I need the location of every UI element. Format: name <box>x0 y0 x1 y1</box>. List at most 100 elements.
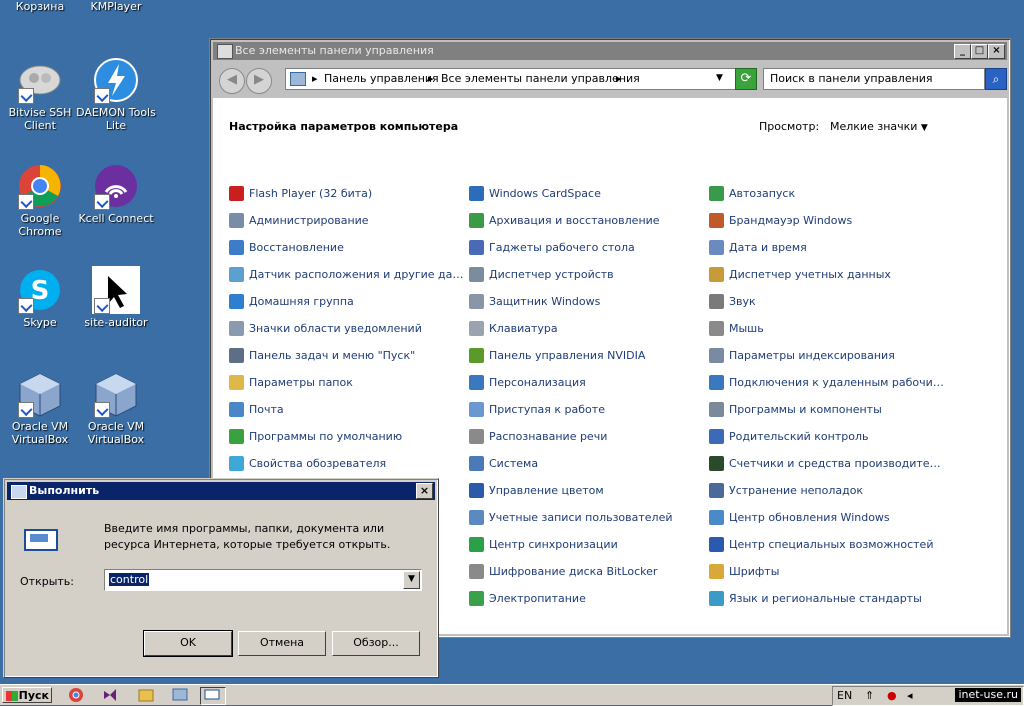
browse-button[interactable]: Обзор... <box>332 631 420 656</box>
refresh-button[interactable]: ⟳ <box>735 68 757 90</box>
control-panel-item-label: Защитник Windows <box>489 295 601 308</box>
explorer-icon[interactable] <box>134 687 158 703</box>
control-panel-item[interactable]: Значки области уведомлений <box>229 321 465 348</box>
control-panel-item[interactable]: Распознавание речи <box>469 429 705 456</box>
control-panel-item[interactable]: Администрирование <box>229 213 465 240</box>
forward-button[interactable]: ▶ <box>246 68 272 94</box>
control-panel-item[interactable]: Шрифты <box>709 564 945 591</box>
control-panel-item[interactable]: Система <box>469 456 705 483</box>
control-panel-item[interactable]: Приступая к работе <box>469 402 705 429</box>
desktop-icon-daemon-tools[interactable]: DAEMON Tools Lite <box>76 56 156 132</box>
control-panel-item[interactable]: Персонализация <box>469 375 705 402</box>
address-bar[interactable]: ▸ Панель управления ▸ Все элементы панел… <box>285 68 753 90</box>
network-icon[interactable]: ● <box>887 689 897 702</box>
cancel-button[interactable]: Отмена <box>238 631 326 656</box>
control-panel-item[interactable]: Клавиатура <box>469 321 705 348</box>
control-panel-item[interactable]: Восстановление <box>229 240 465 267</box>
start-button[interactable]: Пуск <box>2 687 52 703</box>
maximize-button[interactable]: □ <box>971 44 988 59</box>
desktop-icon-bitvise[interactable]: Bitvise SSH Client <box>0 56 80 132</box>
control-panel-item[interactable]: Брандмауэр Windows <box>709 213 945 240</box>
search-icon[interactable]: ⌕ <box>985 68 1007 90</box>
volume-icon[interactable]: ◂ <box>907 689 913 702</box>
control-panel-item[interactable]: Параметры индексирования <box>709 348 945 375</box>
search-input[interactable]: Поиск в панели управления <box>763 68 985 90</box>
address-dropdown-icon[interactable]: ▼ <box>716 73 723 83</box>
ok-button[interactable]: OK <box>143 630 233 657</box>
control-panel-item[interactable]: Панель управления NVIDIA <box>469 348 705 375</box>
control-panel-item-icon <box>469 240 484 255</box>
control-panel-item-icon <box>709 375 724 390</box>
control-panel-item-icon <box>709 186 724 201</box>
control-panel-item[interactable]: Учетные записи пользователей <box>469 510 705 537</box>
control-panel-item[interactable]: Мышь <box>709 321 945 348</box>
control-panel-item[interactable]: Центр синхронизации <box>469 537 705 564</box>
control-panel-item-icon <box>709 456 724 471</box>
control-panel-item-icon <box>469 375 484 390</box>
control-panel-item[interactable]: Почта <box>229 402 465 429</box>
view-mode-select[interactable]: Мелкие значки ▼ <box>830 120 928 133</box>
visual-studio-icon[interactable] <box>98 687 122 703</box>
chevron-down-icon[interactable]: ▼ <box>403 571 420 589</box>
desktop-icon-recycle-bin[interactable]: Корзина <box>0 0 80 13</box>
close-button[interactable]: × <box>416 483 433 499</box>
control-panel-item[interactable]: Защитник Windows <box>469 294 705 321</box>
run-taskbar-icon[interactable] <box>200 687 226 705</box>
run-title-bar[interactable]: Выполнить × <box>7 482 435 500</box>
control-panel-item[interactable]: Родительский контроль <box>709 429 945 456</box>
start-label: Пуск <box>18 689 49 702</box>
desktop-icon-chrome[interactable]: Google Chrome <box>0 162 80 238</box>
desktop-icon-kmplayer[interactable]: KMPlayer <box>76 0 156 13</box>
control-panel-item[interactable]: Подключения к удаленным рабочим с... <box>709 375 945 402</box>
desktop-icon-virtualbox-1[interactable]: Oracle VM VirtualBox <box>0 370 80 446</box>
control-panel-item-icon <box>469 564 484 579</box>
language-indicator[interactable]: EN <box>837 689 852 702</box>
control-panel-item[interactable]: Центр специальных возможностей <box>709 537 945 564</box>
control-panel-item[interactable]: Панель задач и меню "Пуск" <box>229 348 465 375</box>
control-panel-item[interactable]: Домашняя группа <box>229 294 465 321</box>
run-program-icon <box>24 529 58 551</box>
run-dialog: Выполнить × Введите имя программы, папки… <box>3 478 439 678</box>
open-input[interactable]: control ▼ <box>104 569 422 591</box>
control-panel-item[interactable]: Windows CardSpace <box>469 186 705 213</box>
show-hidden-icons-icon[interactable]: ⇑ <box>865 689 874 702</box>
daemon-tools-icon <box>92 56 140 104</box>
chrome-icon[interactable] <box>64 687 88 703</box>
control-panel-item-icon <box>229 240 244 255</box>
control-panel-item[interactable]: Счетчики и средства производитель... <box>709 456 945 483</box>
control-panel-item[interactable]: Flash Player (32 бита) <box>229 186 465 213</box>
control-panel-item[interactable]: Язык и региональные стандарты <box>709 591 945 618</box>
back-button[interactable]: ◀ <box>219 68 245 94</box>
control-panel-item[interactable]: Звук <box>709 294 945 321</box>
desktop-icon-label: Skype <box>23 316 57 329</box>
control-panel-item[interactable]: Управление цветом <box>469 483 705 510</box>
breadcrumb-all-items[interactable]: Все элементы панели управления <box>441 72 640 85</box>
desktop-icon-site-auditor[interactable]: site-auditor <box>76 266 156 329</box>
title-bar[interactable]: Все элементы панели управления _ □ × <box>213 42 1007 60</box>
control-panel-item[interactable]: Программы по умолчанию <box>229 429 465 456</box>
control-panel-item[interactable]: Диспетчер учетных данных <box>709 267 945 294</box>
control-panel-item[interactable]: Датчик расположения и другие датч... <box>229 267 465 294</box>
control-panel-item[interactable]: Устранение неполадок <box>709 483 945 510</box>
control-panel-item-icon <box>229 348 244 363</box>
items-column-1: Flash Player (32 бита) Администрирование В… <box>229 186 465 483</box>
desktop-icon-skype[interactable]: S Skype <box>0 266 80 329</box>
breadcrumb-control-panel[interactable]: Панель управления <box>324 72 439 85</box>
minimize-button[interactable]: _ <box>954 44 971 59</box>
control-panel-taskbar-icon[interactable] <box>168 687 192 703</box>
close-button[interactable]: × <box>988 44 1005 59</box>
control-panel-item-label: Родительский контроль <box>729 430 869 443</box>
desktop-icon-kcell[interactable]: Kcell Connect <box>76 162 156 225</box>
control-panel-item[interactable]: Параметры папок <box>229 375 465 402</box>
control-panel-item[interactable]: Шифрование диска BitLocker <box>469 564 705 591</box>
desktop-icon-virtualbox-2[interactable]: Oracle VM VirtualBox <box>76 370 156 446</box>
items-column-3: Автозапуск Брандмауэр Windows Дата и время… <box>709 186 945 618</box>
control-panel-item[interactable]: Гаджеты рабочего стола <box>469 240 705 267</box>
control-panel-item[interactable]: Дата и время <box>709 240 945 267</box>
control-panel-item[interactable]: Архивация и восстановление <box>469 213 705 240</box>
control-panel-item[interactable]: Программы и компоненты <box>709 402 945 429</box>
control-panel-item[interactable]: Центр обновления Windows <box>709 510 945 537</box>
control-panel-item[interactable]: Диспетчер устройств <box>469 267 705 294</box>
control-panel-item[interactable]: Автозапуск <box>709 186 945 213</box>
control-panel-item[interactable]: Электропитание <box>469 591 705 618</box>
